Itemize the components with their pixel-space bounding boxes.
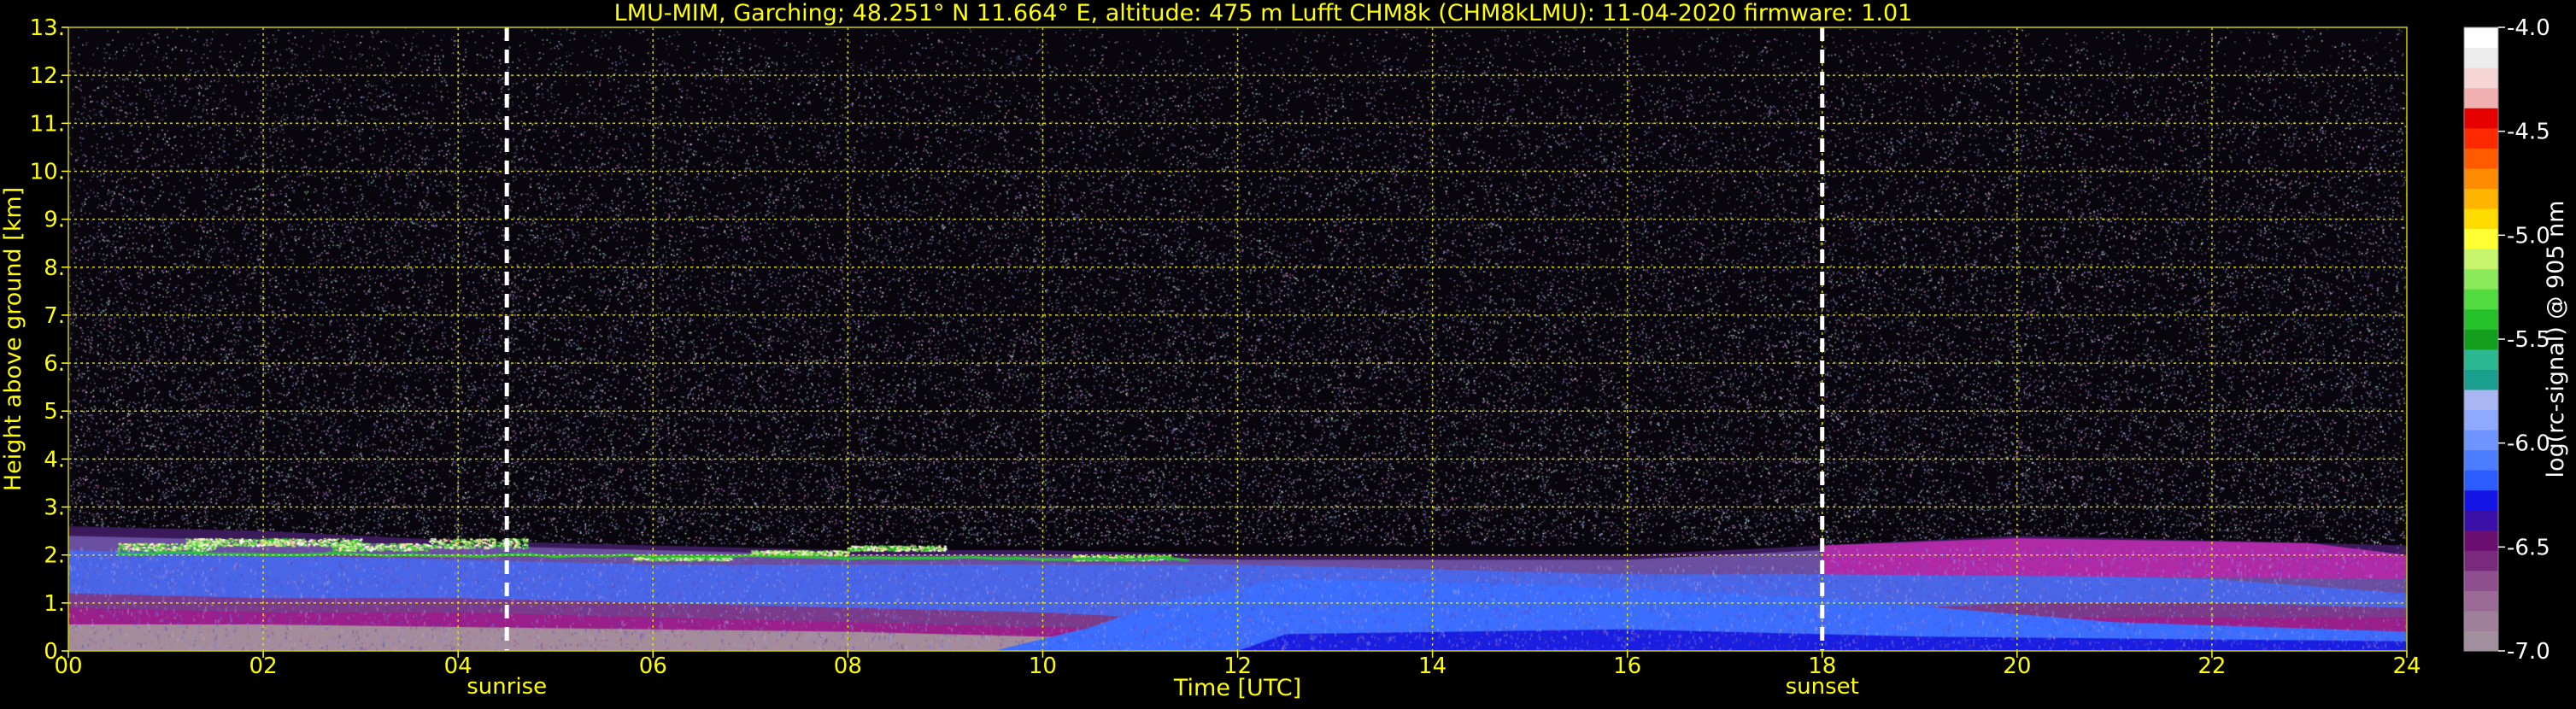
colorbar-segment — [2464, 108, 2498, 129]
y-tick-label: 13. — [30, 15, 65, 41]
y-axis-label: Height above ground [km] — [0, 187, 26, 491]
y-tick-label: 6. — [44, 351, 65, 377]
chart-title: LMU-MIM, Garching; 48.251° N 11.664° E, … — [614, 0, 1913, 26]
colorbar-segment — [2464, 308, 2498, 330]
colorbar-segment — [2464, 249, 2498, 270]
x-tick-label: 06 — [639, 653, 667, 679]
x-tick-label: 04 — [444, 653, 472, 679]
x-tick-label: 24 — [2392, 653, 2421, 679]
x-tick-label: 22 — [2198, 653, 2226, 679]
y-tick-label: 11. — [30, 111, 65, 137]
x-tick-label: 10 — [1029, 653, 1057, 679]
colorbar-segment — [2464, 470, 2498, 491]
colorbar-segment — [2464, 630, 2498, 652]
y-tick-label: 10. — [30, 159, 65, 185]
colorbar-segment — [2464, 188, 2498, 209]
colorbar-tick-label: -4.5 — [2507, 120, 2550, 145]
x-axis-label: Time [UTC] — [1173, 675, 1301, 701]
colorbar-segment — [2464, 87, 2498, 108]
colorbar-segment — [2464, 349, 2498, 370]
colorbar-segment — [2464, 409, 2498, 431]
y-tick-label: 5. — [44, 399, 65, 425]
x-tick-label: 08 — [834, 653, 862, 679]
colorbar-segment — [2464, 289, 2498, 310]
colorbar-tick-label: -4.0 — [2507, 15, 2550, 41]
x-tick-label: 20 — [2003, 653, 2031, 679]
colorbar-segment — [2464, 228, 2498, 249]
y-tick-label: 7. — [44, 303, 65, 329]
y-tick-label: 0. — [44, 639, 65, 665]
y-tick-label: 2. — [44, 543, 65, 569]
x-tick-label: 14 — [1418, 653, 1446, 679]
colorbar-segment — [2464, 67, 2498, 89]
y-tick-label: 12. — [30, 63, 65, 89]
colorbar-segment — [2464, 449, 2498, 471]
colorbar-segment — [2464, 429, 2498, 451]
y-tick-label: 9. — [44, 208, 65, 233]
colorbar-segment — [2464, 167, 2498, 189]
colorbar-segment — [2464, 610, 2498, 632]
y-tick-label: 4. — [44, 447, 65, 472]
event-label-sunrise: sunrise — [466, 674, 547, 700]
x-tick-label: 02 — [249, 653, 278, 679]
y-tick-label: 1. — [44, 591, 65, 617]
colorbar-segment — [2464, 369, 2498, 390]
chart-svg: sunrise sunset00 02 04 06 08 10 12 14 16 18 20 22 240… — [0, 0, 2569, 701]
y-tick-label: 3. — [44, 495, 65, 521]
colorbar-segment — [2464, 550, 2498, 571]
y-tick-label: 8. — [44, 255, 65, 281]
colorbar-segment — [2464, 47, 2498, 68]
colorbar-segment — [2464, 148, 2498, 169]
colorbar-segment — [2464, 329, 2498, 350]
ceilometer-chart: sunrise sunset 00 02 04 06 08 10 12 14 16 18 20 22 24 0… — [0, 0, 2576, 706]
colorbar-tick-label: -7.0 — [2507, 639, 2550, 665]
colorbar-tick-label: -6.5 — [2507, 535, 2550, 560]
colorbar-segment — [2464, 510, 2498, 531]
colorbar-segment — [2464, 268, 2498, 290]
colorbar-segment — [2464, 127, 2498, 149]
colorbar-segment — [2464, 590, 2498, 612]
colorbar-segment — [2464, 208, 2498, 230]
colorbar-segment — [2464, 570, 2498, 591]
colorbar-segment — [2464, 27, 2498, 49]
x-tick-label: 16 — [1613, 653, 1641, 679]
colorbar-label: log(rc-signal) @ 905 nm — [2543, 201, 2569, 478]
colorbar-segment — [2464, 389, 2498, 411]
colorbar: -7.0-6.5-6.0-5.5-5.0-4.5-4.0log(rc-signa… — [2463, 15, 2569, 665]
colorbar-segment — [2464, 489, 2498, 511]
x-tick-label: 18 — [1808, 653, 1836, 679]
colorbar-segment — [2464, 530, 2498, 551]
